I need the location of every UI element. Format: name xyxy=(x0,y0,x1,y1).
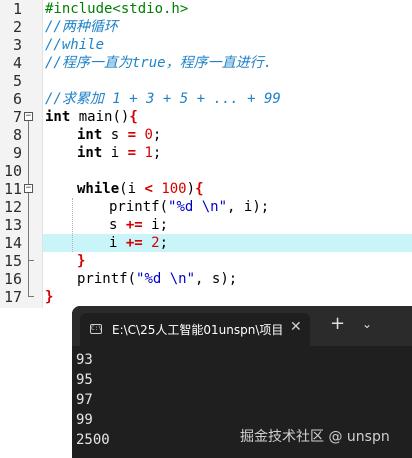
indent-guide xyxy=(72,198,73,252)
brace: { xyxy=(195,181,204,197)
line-number: 14 xyxy=(3,234,22,252)
number: 0 xyxy=(144,127,153,143)
new-tab-button[interactable]: + xyxy=(330,315,345,333)
code-text: , i); xyxy=(227,199,270,215)
code-text: i; xyxy=(142,217,169,233)
code-line-8: int s = 0; xyxy=(77,126,161,144)
terminal-tab-title: E:\C\25人工智能01unspn\项目 xyxy=(112,323,282,337)
comment: //求累加 1 + 3 + 5 + ... + 99 xyxy=(45,91,281,107)
operator: < xyxy=(144,181,153,197)
terminal-icon: C:\ xyxy=(90,324,102,334)
terminal-output-line: 93 xyxy=(76,352,93,368)
fold-guide-end xyxy=(28,296,34,297)
operator: += xyxy=(125,217,143,233)
fold-guide-line xyxy=(28,121,29,296)
brace: { xyxy=(129,109,138,125)
line-number: 16 xyxy=(3,270,22,288)
preprocessor-directive: #include<stdio.h> xyxy=(45,1,189,17)
line-number: 9 xyxy=(12,144,22,162)
line-number: 4 xyxy=(12,54,22,72)
code-line-9: int i = 1; xyxy=(77,144,161,162)
terminal-tab[interactable]: C:\ E:\C\25人工智能01unspn\项目 ✕ xyxy=(80,313,310,346)
terminal-output-line: 2500 xyxy=(76,432,110,448)
code-line-14: i += 2; xyxy=(109,234,168,252)
code-text: , s); xyxy=(195,271,238,287)
comment: //两种循环 xyxy=(45,19,118,35)
brace: } xyxy=(45,289,54,305)
code-text: printf( xyxy=(77,271,137,287)
code-line-2: //两种循环 xyxy=(45,18,118,36)
line-number: 3 xyxy=(12,36,22,54)
fold-toggle-minus-icon[interactable]: − xyxy=(24,112,33,121)
comment: //程序一直为true，程序一直进行. xyxy=(45,55,273,71)
code-text: ; xyxy=(152,127,162,143)
line-number: 17 xyxy=(3,288,22,306)
code-editor[interactable]: 1 2 3 4 5 6 7 8 9 10 11 12 13 14 15 16 1… xyxy=(0,0,412,308)
code-line-16: printf("%d \n", s); xyxy=(77,270,237,288)
number: 1 xyxy=(144,145,153,161)
line-number: 7 xyxy=(12,108,22,126)
line-number: 12 xyxy=(3,198,22,216)
keyword: int xyxy=(77,127,103,143)
code-text: (i xyxy=(119,181,145,197)
keyword: int xyxy=(45,109,71,125)
code-line-6: //求累加 1 + 3 + 5 + ... + 99 xyxy=(45,90,281,108)
code-line-11: while(i < 100){ xyxy=(77,180,204,198)
line-number: 10 xyxy=(3,162,22,180)
current-line-highlight xyxy=(43,234,412,252)
line-number: 15 xyxy=(3,252,22,270)
terminal-tab-bar: C:\ E:\C\25人工智能01unspn\项目 ✕ + ⌄ xyxy=(72,306,412,346)
code-text: printf( xyxy=(109,199,169,215)
line-number: 6 xyxy=(12,90,22,108)
line-number: 2 xyxy=(12,18,22,36)
watermark: 掘金技术社区 @ unspn xyxy=(240,429,390,445)
code-line-15: } xyxy=(77,252,85,270)
code-text: ) xyxy=(186,181,196,197)
operator: = xyxy=(127,145,137,161)
brace: } xyxy=(77,253,86,269)
string-literal: "%d \n" xyxy=(168,199,228,215)
close-icon[interactable]: ✕ xyxy=(290,319,302,335)
comment: //while xyxy=(45,37,105,53)
code-text: i xyxy=(109,235,126,251)
code-line-13: s += i; xyxy=(109,216,168,234)
operator: += xyxy=(125,235,143,251)
keyword: while xyxy=(77,181,120,197)
string-literal: "%d \n" xyxy=(136,271,196,287)
code-line-7: int main(){ xyxy=(45,108,138,126)
keyword: int xyxy=(77,145,103,161)
operator: = xyxy=(127,127,137,143)
terminal-window[interactable]: C:\ E:\C\25人工智能01unspn\项目 ✕ + ⌄ 93 95 97… xyxy=(72,306,412,458)
terminal-output-line: 97 xyxy=(76,392,93,408)
line-number: 5 xyxy=(12,72,22,90)
code-text: ; xyxy=(152,145,162,161)
code-text: s xyxy=(109,217,126,233)
line-number-gutter: 1 2 3 4 5 6 7 8 9 10 11 12 13 14 15 16 1… xyxy=(0,0,43,308)
number: 100 xyxy=(161,181,187,197)
chevron-down-icon[interactable]: ⌄ xyxy=(362,317,372,331)
line-number: 13 xyxy=(3,216,22,234)
code-text: i xyxy=(102,145,128,161)
line-number: 11 xyxy=(3,180,22,198)
code-text: main() xyxy=(70,109,130,125)
terminal-output-line: 95 xyxy=(76,372,93,388)
code-line-12: printf("%d \n", i); xyxy=(109,198,269,216)
terminal-output-line: 99 xyxy=(76,412,93,428)
line-number: 1 xyxy=(12,0,22,18)
code-line-4: //程序一直为true，程序一直进行. xyxy=(45,54,272,72)
line-number: 8 xyxy=(12,126,22,144)
code-line-3: //while xyxy=(45,36,104,54)
code-text: s xyxy=(102,127,128,143)
fold-guide-end xyxy=(28,260,34,261)
number: 2 xyxy=(151,235,160,251)
fold-toggle-minus-icon[interactable]: − xyxy=(24,184,33,193)
code-line-1: #include<stdio.h> xyxy=(45,0,188,18)
code-text: ; xyxy=(159,235,169,251)
code-line-17: } xyxy=(45,288,53,306)
